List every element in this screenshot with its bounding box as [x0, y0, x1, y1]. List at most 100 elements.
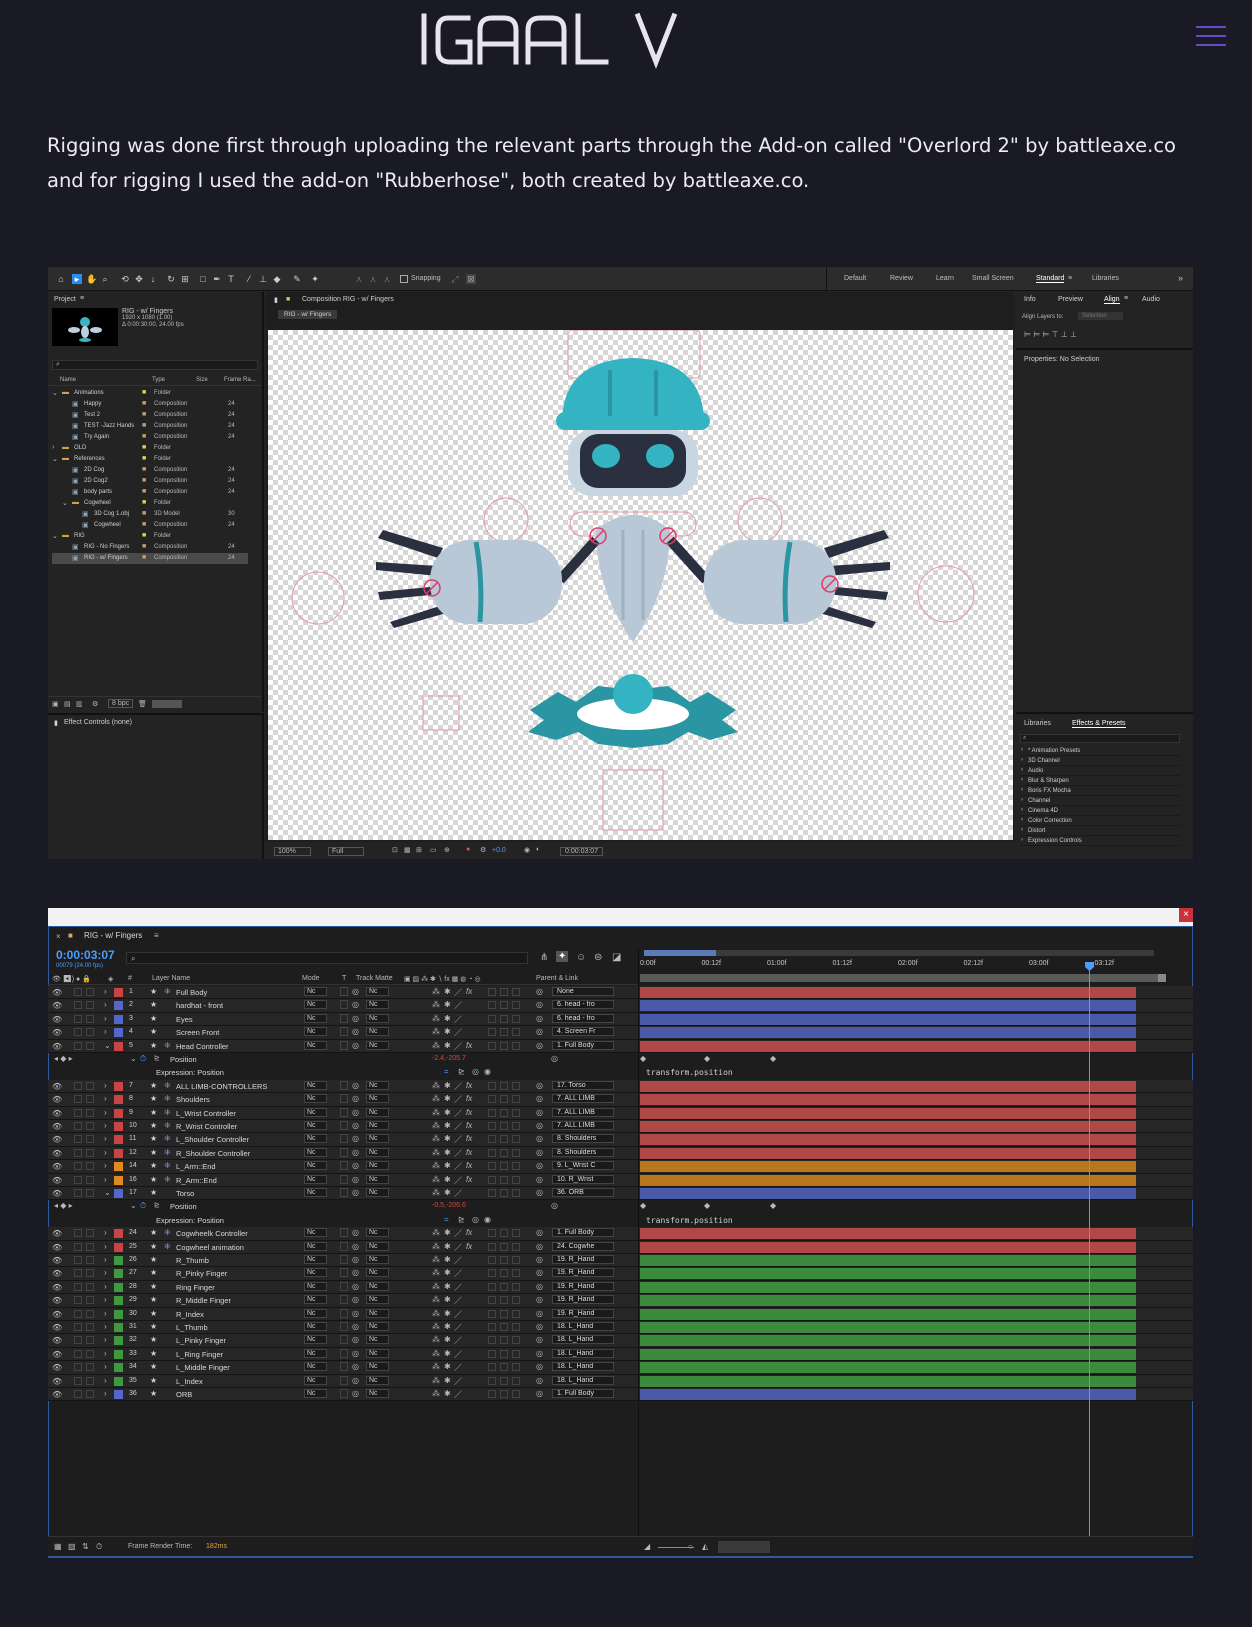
workspace-libraries[interactable]: Libraries: [1092, 275, 1119, 282]
new-comp-icon[interactable]: ▥: [76, 700, 83, 708]
quality-switch-icon[interactable]: ／: [454, 1041, 462, 1052]
collapse-switch-icon[interactable]: ✱: [444, 1121, 451, 1130]
blend-mode-dropdown[interactable]: Nc: [304, 1013, 327, 1023]
timeline-scrollbar[interactable]: [718, 1541, 770, 1553]
lock-switch[interactable]: [86, 1135, 94, 1144]
adjustment-switch[interactable]: [500, 1296, 508, 1305]
expression-graph-icon[interactable]: ⊵: [458, 1215, 465, 1224]
parent-pickwhip-icon[interactable]: ◎: [536, 1309, 543, 1318]
blend-mode-dropdown[interactable]: Nc: [304, 1362, 327, 1372]
motion-blur-switch[interactable]: [488, 1148, 496, 1157]
visibility-eye-icon[interactable]: 👁: [52, 1296, 62, 1305]
quality-switch-icon[interactable]: ／: [454, 987, 462, 998]
motion-blur-switch[interactable]: [488, 1242, 496, 1251]
collapse-switch-icon[interactable]: ✱: [444, 1282, 451, 1291]
visibility-eye-icon[interactable]: 👁: [52, 1028, 62, 1037]
project-item[interactable]: ⌄ ▬ References ■ Folder: [52, 454, 248, 465]
layer-name[interactable]: L_Middle Finger: [176, 1363, 230, 1372]
3d-switch[interactable]: [512, 1256, 520, 1264]
layer-duration-bar[interactable]: [640, 1228, 1136, 1240]
shy-switch-icon[interactable]: ⁂: [432, 1188, 440, 1197]
preserve-transparency-switch[interactable]: [340, 1134, 348, 1144]
solo-switch[interactable]: [74, 1135, 82, 1144]
visibility-eye-icon[interactable]: 👁: [52, 1001, 62, 1010]
motion-blur-switch[interactable]: [488, 1041, 496, 1050]
matte-pickwhip-icon[interactable]: ◎: [352, 1121, 359, 1130]
quality-switch-icon[interactable]: ／: [454, 1322, 462, 1333]
layer-duration-bar[interactable]: [640, 1348, 1136, 1360]
preserve-transparency-switch[interactable]: [340, 1161, 348, 1171]
parent-dropdown[interactable]: 8. Shoulders: [552, 1147, 614, 1157]
lock-switch[interactable]: [86, 1269, 94, 1278]
parent-dropdown[interactable]: 7. ALL LIMB: [552, 1107, 614, 1117]
project-item[interactable]: ▣ Test 2 ■ Composition 24: [52, 410, 248, 421]
project-search-input[interactable]: ⌕: [52, 360, 258, 370]
zoom-out-icon[interactable]: ◢: [644, 1542, 650, 1551]
twirl-icon[interactable]: ⌄: [62, 499, 68, 507]
twirl-icon[interactable]: ›: [104, 1228, 107, 1237]
quality-switch-icon[interactable]: ／: [454, 1362, 462, 1373]
label-color-swatch[interactable]: [114, 1028, 123, 1038]
layer-duration-bar[interactable]: [640, 1188, 1136, 1199]
project-item[interactable]: ▣ 3D Cog 1.obj ■ 3D Model 30: [52, 509, 248, 520]
parent-dropdown[interactable]: 6. head - fro: [552, 1013, 614, 1023]
layer-duration-bar[interactable]: [640, 1107, 1136, 1119]
motion-blur-switch[interactable]: [488, 1162, 496, 1171]
motion-blur-switch[interactable]: [488, 1309, 496, 1318]
selection-tool-icon[interactable]: ▸: [72, 274, 82, 284]
shy-switch-icon[interactable]: ⁂: [432, 1027, 440, 1036]
layer-row[interactable]: 👁 › 25 ★ ⁜ Cogwheel animation Nc ◎ Nc ⁂ ✱ ／ fx ◎ 24. C…: [48, 1240, 1193, 1254]
comp-panel-title[interactable]: Composition RIG - w/ Fingers: [302, 296, 394, 303]
blend-mode-dropdown[interactable]: Nc: [304, 1094, 327, 1104]
visibility-eye-icon[interactable]: 👁: [52, 1095, 62, 1104]
effects-category[interactable]: › Distort: [1020, 826, 1180, 836]
layer-row[interactable]: 👁 › 7 ★ ⁜ ALL LIMB-CONTROLLERS Nc ◎ Nc ⁂ ✱ ／ fx ◎ 17. …: [48, 1079, 1193, 1094]
matte-pickwhip-icon[interactable]: ◎: [352, 1389, 359, 1398]
quality-switch-icon[interactable]: ／: [454, 1000, 462, 1011]
solo-switch[interactable]: [74, 988, 82, 996]
label-color-swatch[interactable]: [114, 1282, 123, 1292]
adjustment-switch[interactable]: [500, 1376, 508, 1385]
3d-switch[interactable]: [512, 1162, 520, 1171]
matte-pickwhip-icon[interactable]: ◎: [352, 1027, 359, 1036]
quality-switch-icon[interactable]: ／: [454, 1389, 462, 1400]
thumbnail-slider[interactable]: [152, 700, 182, 708]
frame-blending-icon[interactable]: ⊜: [594, 952, 602, 963]
layer-row[interactable]: 👁 › 11 ★ ⁜ L_Shoulder Controller Nc ◎ Nc ⁂ ✱ ／ fx ◎ 8.…: [48, 1133, 1193, 1147]
stopwatch-icon[interactable]: ⏱: [140, 1054, 146, 1064]
lock-switch[interactable]: [86, 1041, 94, 1050]
shy-switch-icon[interactable]: ⁂: [432, 1389, 440, 1398]
label-color-swatch[interactable]: [114, 1269, 123, 1279]
motion-blur-switch[interactable]: [488, 1122, 496, 1130]
in-out-icon[interactable]: ⇅: [82, 1542, 89, 1551]
motion-blur-switch[interactable]: [488, 1390, 496, 1398]
parent-pickwhip-icon[interactable]: ◎: [536, 1349, 543, 1358]
solo-switch[interactable]: [74, 1282, 82, 1291]
visibility-eye-icon[interactable]: 👁: [52, 1310, 62, 1319]
zoom-dropdown[interactable]: 100%: [274, 847, 311, 856]
work-area-range[interactable]: [644, 950, 716, 956]
solo-switch[interactable]: [74, 1229, 82, 1238]
shy-switch-icon[interactable]: ⁂: [432, 1335, 440, 1344]
3d-switch[interactable]: [512, 1390, 520, 1398]
track-matte-dropdown[interactable]: Nc: [366, 1188, 389, 1197]
adjustment-switch[interactable]: [500, 1309, 508, 1318]
shy-switch-icon[interactable]: ⁂: [432, 1376, 440, 1385]
fx-switch-icon[interactable]: fx: [466, 1228, 472, 1237]
exposure-value[interactable]: +0.0: [492, 847, 506, 854]
visibility-eye-icon[interactable]: 👁: [52, 1015, 62, 1024]
layer-duration-bar[interactable]: [640, 1147, 1136, 1159]
comp-viewer[interactable]: [268, 329, 1013, 840]
rgb-channel-icon[interactable]: ●: [466, 846, 470, 853]
expression-row[interactable]: Expression: Position = ⊵ ◎ ◉ transform.positi…: [48, 1214, 1193, 1227]
label-color-swatch[interactable]: [114, 1349, 123, 1359]
project-item[interactable]: ▣ body parts ■ Composition 24: [52, 487, 248, 498]
graph-editor-icon[interactable]: ◪: [612, 952, 621, 963]
adjustment-switch[interactable]: [500, 1122, 508, 1130]
quality-switch-icon[interactable]: ／: [454, 1081, 462, 1092]
timeline-comp-tab[interactable]: RIG - w/ Fingers: [84, 931, 142, 940]
layer-name[interactable]: R_Wrist Controller: [176, 1122, 237, 1131]
visibility-eye-icon[interactable]: 👁: [52, 1269, 62, 1278]
layer-row[interactable]: 👁 › 16 ★ ⁜ R_Arm::End Nc ◎ Nc ⁂ ✱ ／ fx ◎ 10. R_Wrist: [48, 1173, 1193, 1187]
twirl-icon[interactable]: ›: [1021, 787, 1023, 793]
